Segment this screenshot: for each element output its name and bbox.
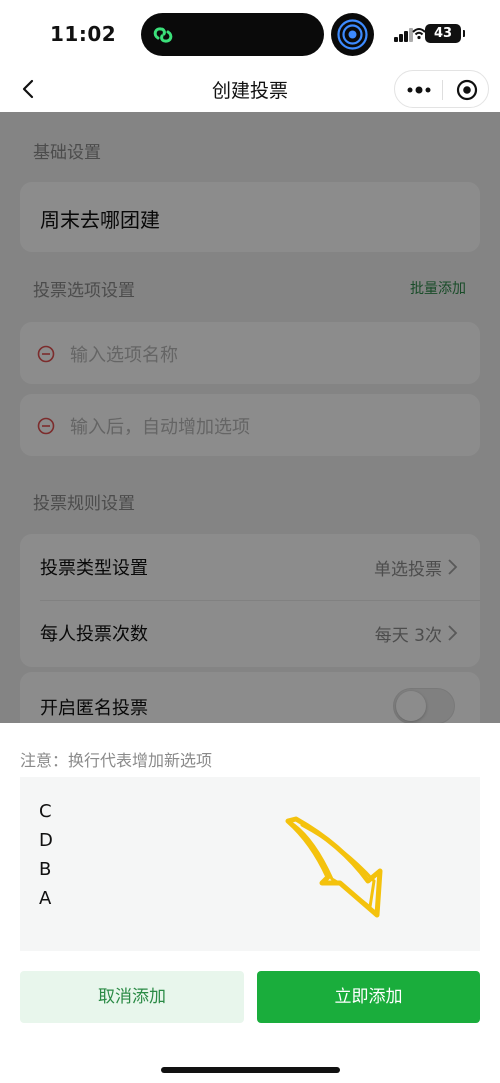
arrow-doodle-icon: [285, 816, 383, 918]
status-bar: 11:02 43: [0, 0, 500, 68]
battery-level: 43: [425, 24, 465, 43]
confirm-add-button[interactable]: 立即添加: [257, 971, 480, 1023]
option-line: B: [39, 859, 52, 880]
capsule-divider: [442, 80, 443, 100]
modal-overlay[interactable]: [0, 112, 500, 723]
more-icon[interactable]: [404, 80, 434, 100]
status-time: 11:02: [50, 22, 117, 46]
home-indicator[interactable]: [161, 1067, 340, 1073]
back-icon[interactable]: [14, 74, 44, 104]
sheet-note: 注意：换行代表增加新选项: [20, 751, 213, 770]
airdrop-icon: [331, 13, 374, 56]
mini-program-capsule: [394, 70, 489, 108]
option-line: A: [39, 888, 52, 909]
option-line: C: [39, 801, 52, 822]
option-line: D: [39, 830, 53, 851]
batch-options-textarea[interactable]: C D B A: [20, 777, 480, 951]
app-activity-icon: [153, 27, 173, 43]
nav-bar: 创建投票: [0, 68, 500, 112]
cancel-add-button[interactable]: 取消添加: [20, 971, 244, 1023]
batch-add-sheet: 注意：换行代表增加新选项 C D B A 取消添加 立即添加: [0, 723, 500, 1083]
dynamic-island: [141, 13, 324, 56]
wifi-icon: [412, 28, 426, 40]
target-icon[interactable]: [455, 78, 479, 102]
